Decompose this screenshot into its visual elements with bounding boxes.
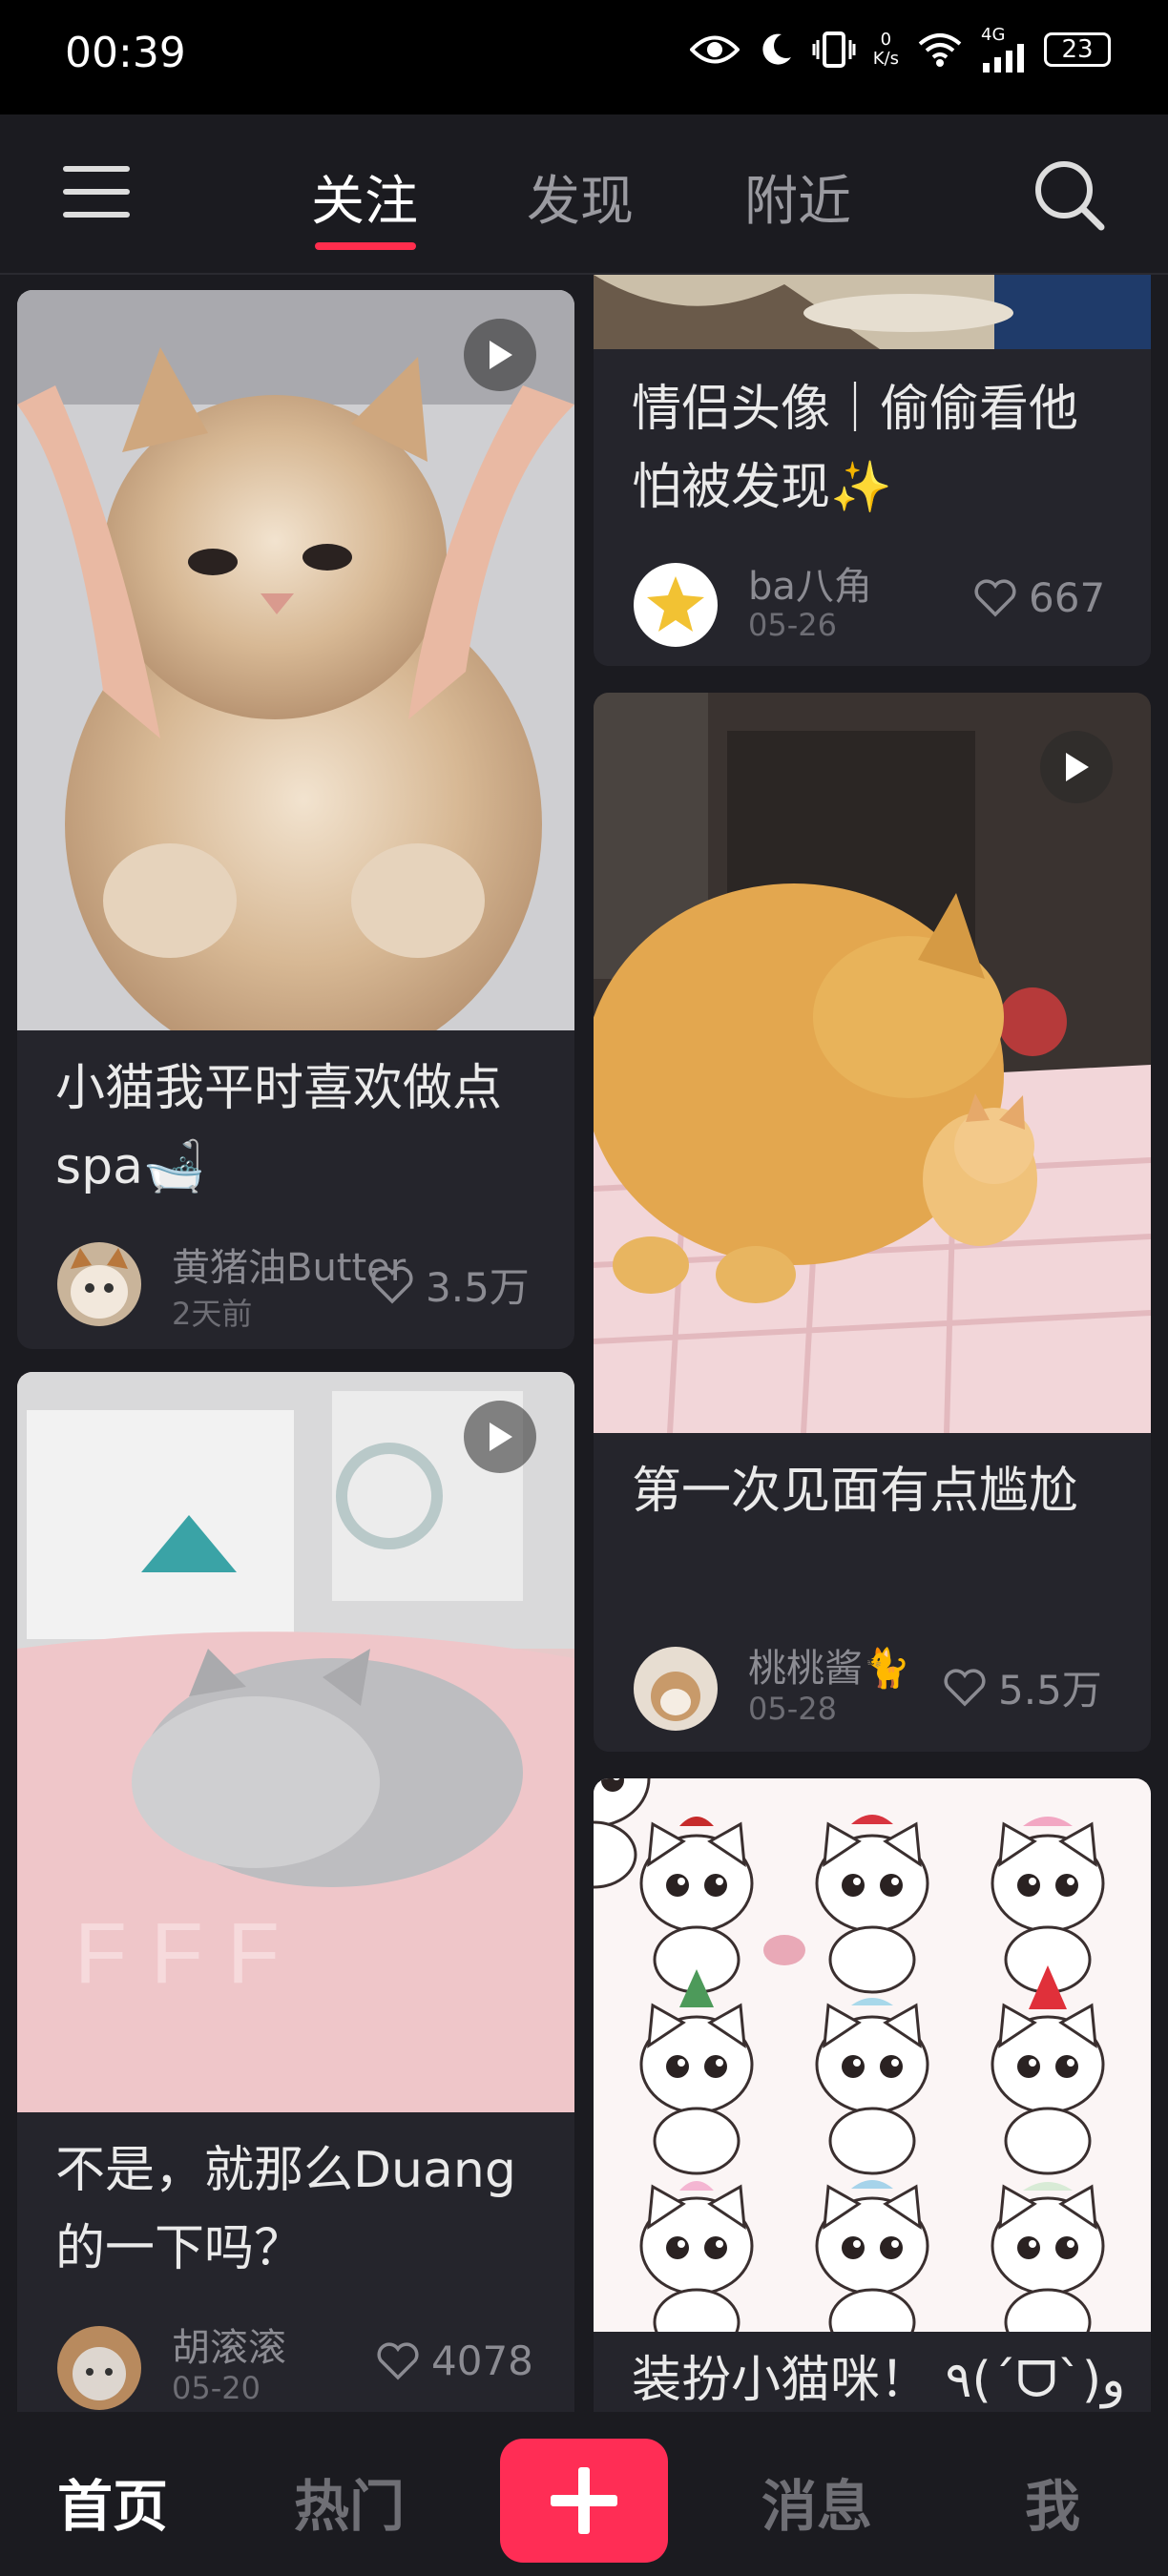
eye-icon [689,35,740,64]
heart-icon [371,1265,413,1303]
feed-card[interactable]: F F F 不是，就那么Duang的一下吗？ 胡滚滚 05-20 4078 [17,1372,574,2412]
plus-icon [551,2467,617,2534]
card-title: 小猫我平时喜欢做点spa🛁 [55,1060,503,1195]
nav-home[interactable]: 首页 [57,2462,168,2542]
like-button[interactable]: 5.5万 [943,1658,1102,1716]
author-name[interactable]: ba八角 [748,555,872,611]
like-count: 3.5万 [426,1264,530,1311]
card-thumbnail [594,1778,1151,2332]
play-icon [490,1423,512,1451]
menu-icon[interactable] [63,164,130,219]
create-post-button[interactable] [500,2439,668,2563]
like-count: 667 [1029,574,1106,621]
heart-icon [377,2341,419,2379]
tab-nearby[interactable]: 附近 [744,158,851,236]
like-button[interactable]: 667 [973,574,1105,621]
card-title: 不是，就那么Duang的一下吗？ [55,2142,516,2277]
post-date: 2天前 [172,1296,253,1332]
nav-messages[interactable]: 消息 [761,2462,872,2542]
top-navigation: 关注 发现 附近 [0,114,1168,275]
card-thumbnail: F F F [17,1372,574,2112]
author-avatar-image [57,2326,141,2410]
post-date: 05-28 [748,1691,837,1727]
search-icon[interactable] [1032,158,1105,231]
speed-unit: K/s [872,49,899,69]
signal: 4G [981,27,1027,73]
nav-hot[interactable]: 热门 [294,2462,405,2542]
feed-card[interactable]: 第一次见面有点尴尬 桃桃酱🐈 05-28 5.5万 [594,693,1151,1752]
nav-me[interactable]: 我 [1025,2462,1080,2542]
author-avatar-image [634,1647,718,1731]
author-name[interactable]: 桃桃酱🐈 [748,1637,910,1693]
card-title: 情侣头像｜偷偷看他 怕被发现✨ [632,381,1079,516]
tab-following[interactable]: 关注 [311,158,418,236]
author-avatar-image [57,1242,141,1326]
avatar[interactable] [634,1647,718,1731]
play-icon [1066,753,1089,781]
heart-icon [944,1668,986,1706]
like-button[interactable]: 3.5万 [370,1256,530,1314]
battery-indicator: 23 [1044,32,1111,67]
author-name[interactable]: 胡滚滚 [172,2316,286,2372]
like-count: 5.5万 [998,1667,1102,1714]
feed: 小猫我平时喜欢做点spa🛁 黄猪油Butter 2天前 3.5万 F F F 不… [0,275,1168,2412]
moon-icon [762,33,791,65]
like-count: 4078 [431,2337,533,2384]
network-type: 4G [981,25,1006,45]
video-indicator [1040,731,1113,803]
video-indicator [464,319,536,391]
avatar[interactable] [634,563,718,647]
card-thumbnail [594,275,1151,349]
post-date: 05-20 [172,2370,261,2406]
tab-discover[interactable]: 发现 [527,158,634,236]
feed-card[interactable]: 装扮小猫咪！ ٩(ˊᗜˋ)و [594,1778,1151,2412]
card-title: 装扮小猫咪！ ٩(ˊᗜˋ)و [632,2352,1126,2409]
card-thumbnail [17,290,574,1030]
status-time: 00:39 [65,29,186,77]
feed-card[interactable]: 情侣头像｜偷偷看他 怕被发现✨ ba八角 05-26 667 [594,275,1151,666]
speed-value: 0 [880,30,892,50]
signal-icon [983,44,1024,73]
avatar[interactable] [57,1242,141,1326]
vibrate-icon [812,31,856,68]
video-indicator [464,1401,536,1473]
bottom-navigation: 首页 热门 消息 我 [0,2412,1168,2576]
post-date: 05-26 [748,607,837,643]
card-thumbnail [594,693,1151,1433]
svg-text:F F F: F F F [74,1906,280,2002]
avatar[interactable] [57,2326,141,2410]
like-button[interactable]: 4078 [376,2337,533,2384]
feed-card[interactable]: 小猫我平时喜欢做点spa🛁 黄猪油Butter 2天前 3.5万 [17,290,574,1349]
wifi-icon [918,33,962,67]
status-bar: 00:39 0 K/s 4G 23 [0,0,1168,114]
network-speed: 0 K/s [873,31,899,69]
author-avatar-image [634,563,718,647]
heart-icon [974,578,1016,616]
card-title: 第一次见面有点尴尬 [632,1463,1079,1520]
active-tab-indicator [315,242,416,250]
status-icons: 0 K/s 4G 23 [689,27,1111,73]
play-icon [490,341,512,369]
